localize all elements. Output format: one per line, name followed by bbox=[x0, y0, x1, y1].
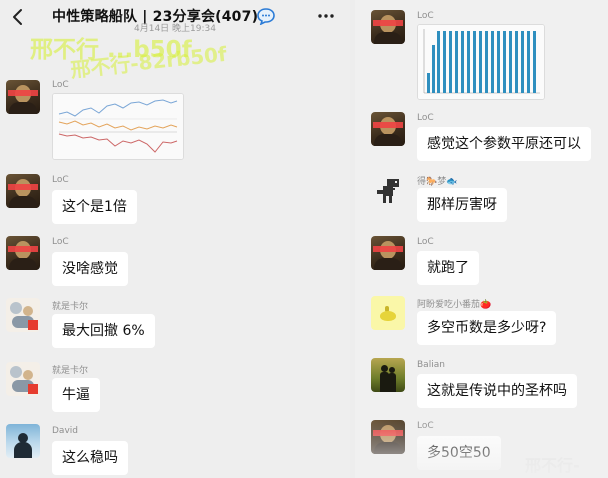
sender-name: LoC bbox=[52, 175, 69, 185]
sender-name: LoC bbox=[417, 11, 434, 21]
message-bubble[interactable]: 没啥感觉 bbox=[52, 252, 128, 286]
sender-name: Balian bbox=[417, 360, 445, 370]
dinosaur-icon bbox=[377, 179, 399, 203]
avatar[interactable] bbox=[371, 174, 405, 208]
avatar[interactable] bbox=[6, 424, 40, 458]
avatar[interactable] bbox=[6, 174, 40, 208]
watermark: 邢不行-82rb50f bbox=[69, 41, 228, 83]
message-bubble[interactable]: 这就是传说中的圣杯吗 bbox=[417, 374, 577, 408]
bar-chart-thumbnail bbox=[418, 25, 544, 99]
avatar[interactable] bbox=[371, 420, 405, 454]
sender-name: LoC bbox=[417, 113, 434, 123]
sender-name: LoC bbox=[417, 421, 434, 431]
watermark: 邢不行 ...b50f bbox=[30, 37, 192, 63]
watermark: 邢不行- bbox=[525, 456, 580, 475]
message-bubble[interactable]: 最大回撤 6% bbox=[52, 314, 155, 348]
sender-name: 阿盼爱吃小番茄🍅 bbox=[417, 300, 492, 310]
sender-name: 就是卡尔 bbox=[52, 302, 89, 312]
message-bubble[interactable]: 这么稳吗 bbox=[52, 441, 128, 475]
sender-name: LoC bbox=[52, 80, 69, 90]
message-bubble[interactable]: 就跑了 bbox=[417, 251, 479, 285]
sender-name: 得🐎梦🐟 bbox=[417, 177, 458, 187]
right-chat-panel: LoC LoC 感觉这个参数平原还可以 得🐎梦🐟 那样厉害呀 LoC 就跑了 阿… bbox=[355, 0, 608, 478]
message-bubble[interactable]: 那样厉害呀 bbox=[417, 188, 507, 222]
avatar[interactable] bbox=[6, 362, 40, 396]
avatar[interactable] bbox=[371, 296, 405, 330]
avatar[interactable] bbox=[371, 236, 405, 270]
sender-name: David bbox=[52, 426, 78, 436]
sender-name: LoC bbox=[52, 237, 69, 247]
chart-image-message[interactable] bbox=[52, 93, 184, 160]
avatar[interactable] bbox=[6, 80, 40, 114]
message-bubble[interactable]: 这个是1倍 bbox=[52, 190, 137, 224]
avatar[interactable] bbox=[6, 298, 40, 332]
message-bubble[interactable]: 多空币数是多少呀? bbox=[417, 311, 557, 345]
sender-name: 就是卡尔 bbox=[52, 366, 89, 376]
message-bubble[interactable]: 多50空50 bbox=[417, 436, 501, 470]
chart-image-message[interactable] bbox=[417, 24, 545, 100]
avatar[interactable] bbox=[371, 358, 405, 392]
message-bubble[interactable]: 感觉这个参数平原还可以 bbox=[417, 127, 591, 161]
avatar[interactable] bbox=[371, 112, 405, 146]
line-chart-thumbnail bbox=[53, 94, 183, 159]
message-bubble[interactable]: 牛逼 bbox=[52, 378, 100, 412]
message-timestamp: 4月14日 晚上19:34 bbox=[134, 24, 216, 34]
left-chat-panel: 中性策略船队 | 23分享会(407) 4月14日 晚上19:34 邢不行 ..… bbox=[0, 0, 350, 478]
avatar[interactable] bbox=[371, 10, 405, 44]
avatar[interactable] bbox=[6, 236, 40, 270]
sender-name: LoC bbox=[417, 237, 434, 247]
